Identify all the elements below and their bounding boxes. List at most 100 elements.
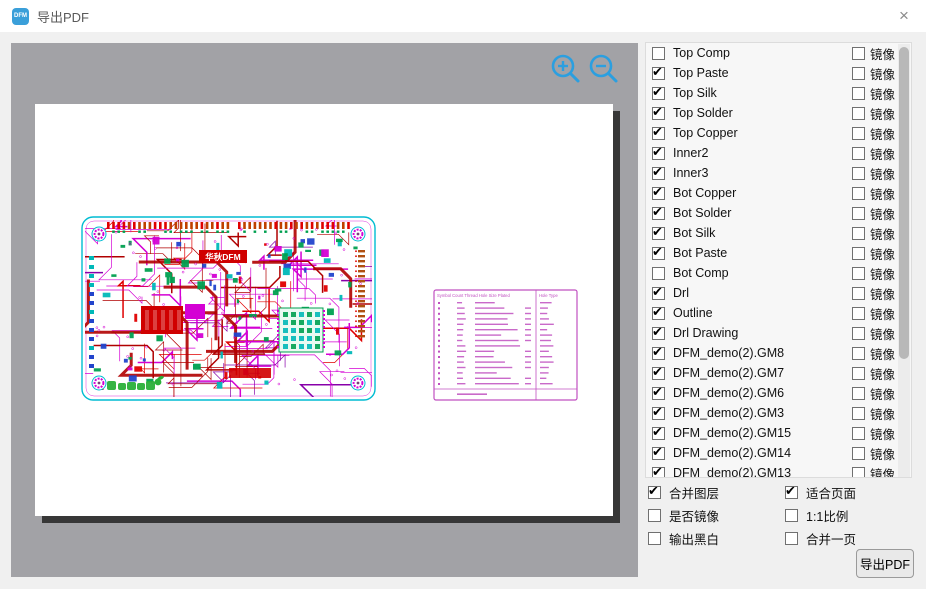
layer-name: DFM_demo(2).GM3 [673, 406, 784, 420]
mirror-checkbox[interactable] [852, 147, 865, 160]
layer-name: Top Silk [673, 86, 717, 100]
option-label: 合并图层 [669, 483, 719, 502]
layer-name: DFM_demo(2).GM6 [673, 386, 784, 400]
option-checkbox[interactable] [648, 509, 661, 522]
zoom-in-icon[interactable] [547, 51, 583, 87]
layer-row: Bot Silk 镜像 [646, 223, 911, 243]
layer-checkbox[interactable] [652, 107, 665, 120]
layer-row: Top Paste 镜像 [646, 63, 911, 83]
mirror-label: 镜像 [870, 64, 895, 83]
mirror-label: 镜像 [870, 304, 895, 323]
mirror-checkbox[interactable] [852, 107, 865, 120]
layer-checkbox[interactable] [652, 247, 665, 260]
layer-row: Top Copper 镜像 [646, 123, 911, 143]
layer-name: DFM_demo(2).GM14 [673, 446, 791, 460]
option-checkbox[interactable] [785, 509, 798, 522]
option-row: 1:1比例 [785, 504, 856, 527]
drill-table: Symbol Count Thread Hole Size PlatedHole… [433, 289, 578, 401]
mirror-checkbox[interactable] [852, 267, 865, 280]
layer-name: Top Comp [673, 46, 730, 60]
layer-checkbox[interactable] [652, 387, 665, 400]
layer-checkbox[interactable] [652, 347, 665, 360]
layer-checkbox[interactable] [652, 207, 665, 220]
layer-list: Top Comp 镜像 Top Paste 镜像 Top Silk 镜像 Top… [645, 42, 912, 478]
mirror-checkbox[interactable] [852, 47, 865, 60]
mirror-label: 镜像 [870, 164, 895, 183]
titlebar: DFM 导出PDF × [0, 0, 926, 32]
layer-checkbox[interactable] [652, 327, 665, 340]
layer-row: Top Solder 镜像 [646, 103, 911, 123]
close-icon[interactable]: × [892, 4, 916, 28]
layer-name: DFM_demo(2).GM13 [673, 466, 791, 478]
mirror-label: 镜像 [870, 384, 895, 403]
mirror-label: 镜像 [870, 184, 895, 203]
scrollbar-thumb[interactable] [899, 47, 909, 359]
layer-row: Outline 镜像 [646, 303, 911, 323]
option-row: 适合页面 [785, 481, 856, 504]
mirror-checkbox[interactable] [852, 347, 865, 360]
mirror-checkbox[interactable] [852, 167, 865, 180]
mirror-checkbox[interactable] [852, 67, 865, 80]
layer-checkbox[interactable] [652, 407, 665, 420]
layer-checkbox[interactable] [652, 187, 665, 200]
layer-checkbox[interactable] [652, 267, 665, 280]
mirror-checkbox[interactable] [852, 407, 865, 420]
mirror-label: 镜像 [870, 464, 895, 479]
mirror-label: 镜像 [870, 104, 895, 123]
layer-name: Bot Solder [673, 206, 731, 220]
mirror-label: 镜像 [870, 264, 895, 283]
layer-checkbox[interactable] [652, 147, 665, 160]
mirror-label: 镜像 [870, 324, 895, 343]
mirror-label: 镜像 [870, 344, 895, 363]
layer-checkbox[interactable] [652, 467, 665, 479]
option-checkbox[interactable] [648, 532, 661, 545]
layer-row: DFM_demo(2).GM3 镜像 [646, 403, 911, 423]
zoom-out-icon[interactable] [585, 51, 621, 87]
svg-text:华秋DFM: 华秋DFM [205, 252, 240, 262]
mirror-checkbox[interactable] [852, 467, 865, 479]
mirror-checkbox[interactable] [852, 187, 865, 200]
layer-checkbox[interactable] [652, 67, 665, 80]
layer-name: Drl [673, 286, 689, 300]
mirror-checkbox[interactable] [852, 87, 865, 100]
layer-checkbox[interactable] [652, 367, 665, 380]
option-checkbox[interactable] [785, 486, 798, 499]
layer-name: Top Paste [673, 66, 729, 80]
mirror-checkbox[interactable] [852, 447, 865, 460]
layer-checkbox[interactable] [652, 287, 665, 300]
layer-checkbox[interactable] [652, 127, 665, 140]
preview-canvas: 华秋DFM Symbol Count Thread Hole Size Plat… [11, 43, 638, 577]
layer-row: DFM_demo(2).GM6 镜像 [646, 383, 911, 403]
option-label: 输出黑白 [669, 529, 719, 548]
mirror-label: 镜像 [870, 124, 895, 143]
mirror-checkbox[interactable] [852, 247, 865, 260]
layer-checkbox[interactable] [652, 167, 665, 180]
mirror-checkbox[interactable] [852, 367, 865, 380]
option-checkbox[interactable] [648, 486, 661, 499]
mirror-checkbox[interactable] [852, 207, 865, 220]
option-checkbox[interactable] [785, 532, 798, 545]
mirror-checkbox[interactable] [852, 227, 865, 240]
export-pdf-button[interactable]: 导出PDF [856, 549, 914, 578]
mirror-checkbox[interactable] [852, 427, 865, 440]
layer-checkbox[interactable] [652, 307, 665, 320]
layer-checkbox[interactable] [652, 227, 665, 240]
layer-row: Drl 镜像 [646, 283, 911, 303]
layer-checkbox[interactable] [652, 447, 665, 460]
mirror-checkbox[interactable] [852, 287, 865, 300]
layer-row: DFM_demo(2).GM14 镜像 [646, 443, 911, 463]
mirror-checkbox[interactable] [852, 127, 865, 140]
option-row: 合并一页 [785, 527, 856, 550]
mirror-checkbox[interactable] [852, 327, 865, 340]
options-left-column: 合并图层 是否镜像 输出黑白 [648, 481, 719, 550]
layer-checkbox[interactable] [652, 427, 665, 440]
layer-row: DFM_demo(2).GM15 镜像 [646, 423, 911, 443]
mirror-checkbox[interactable] [852, 387, 865, 400]
layer-name: DFM_demo(2).GM7 [673, 366, 784, 380]
layer-name: Bot Paste [673, 246, 727, 260]
layer-checkbox[interactable] [652, 47, 665, 60]
mirror-checkbox[interactable] [852, 307, 865, 320]
layer-checkbox[interactable] [652, 87, 665, 100]
layer-name: Top Solder [673, 106, 733, 120]
mirror-label: 镜像 [870, 244, 895, 263]
